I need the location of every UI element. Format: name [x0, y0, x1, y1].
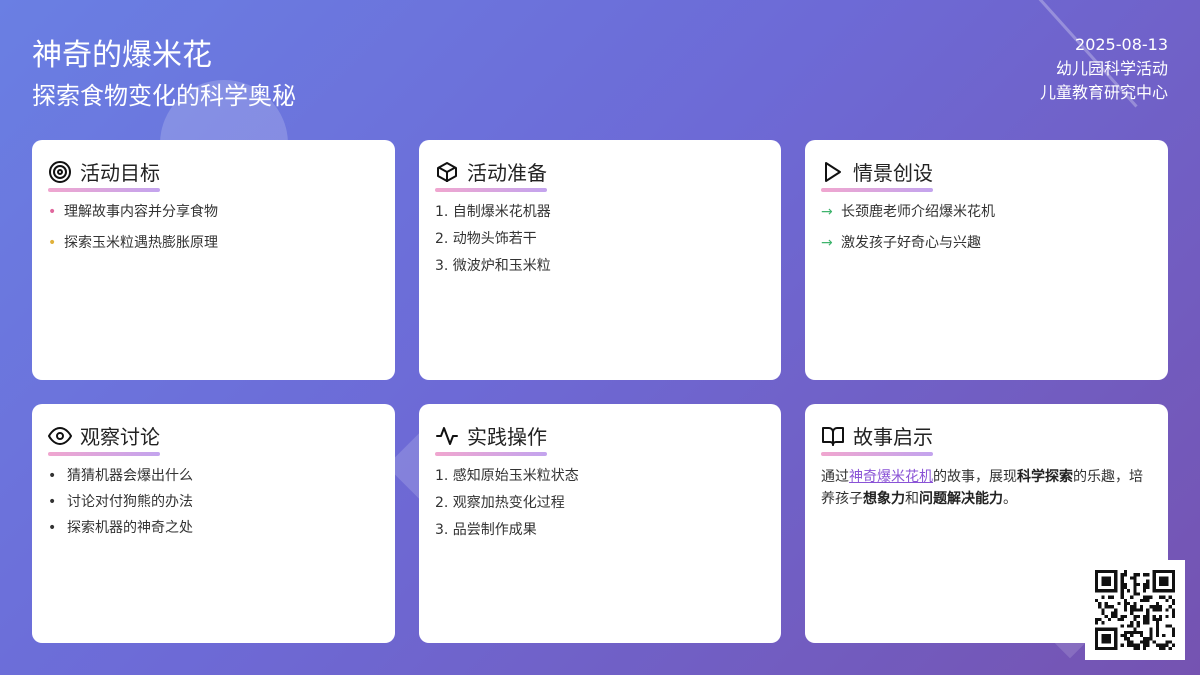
card-title: 实践操作	[467, 425, 547, 449]
list-item: 探索机器的神奇之处	[48, 518, 379, 538]
preparation-list: 1. 自制爆米花机器 2. 动物头饰若干 3. 微波炉和玉米粒	[435, 202, 765, 276]
text-span: 的故事，展现	[933, 469, 1017, 485]
list-item: 探索玉米粒遇热膨胀原理	[48, 233, 379, 253]
list-item: 2. 动物头饰若干	[435, 231, 537, 247]
box-icon	[437, 161, 457, 182]
list-item: 1. 自制爆米花机器	[435, 204, 551, 220]
goals-list: 理解故事内容并分享食物 探索玉米粒遇热膨胀原理	[48, 202, 379, 253]
card-goals: 活动目标 理解故事内容并分享食物 探索玉米粒遇热膨胀原理	[32, 140, 395, 380]
card-title: 故事启示	[853, 425, 933, 449]
card-title: 活动目标	[80, 161, 160, 185]
organization-label: 儿童教育研究中心	[1039, 83, 1168, 102]
open-book-icon	[822, 426, 844, 446]
list-item: 2. 观察加热变化过程	[435, 495, 565, 511]
card-preparation: 活动准备 1. 自制爆米花机器 2. 动物头饰若干 3. 微波炉和玉米粒	[419, 140, 781, 380]
bold-text: 科学探索	[1017, 469, 1073, 485]
activity-pulse-icon	[436, 426, 458, 445]
card-header: 观察讨论	[48, 421, 160, 456]
card-title: 观察讨论	[80, 425, 160, 449]
list-item: 3. 微波炉和玉米粒	[435, 258, 551, 274]
list-item: 猜猜机器会爆出什么	[48, 466, 379, 486]
discussion-list: 猜猜机器会爆出什么 讨论对付狗熊的办法 探索机器的神奇之处	[48, 466, 379, 538]
list-item: 长颈鹿老师介绍爆米花机	[821, 202, 1152, 222]
bold-text: 问题解决能力	[919, 491, 1003, 507]
list-item: 讨论对付狗熊的办法	[48, 492, 379, 512]
card-header: 实践操作	[435, 421, 547, 456]
text-span: 通过	[821, 469, 849, 485]
practice-list: 1. 感知原始玉米粒状态 2. 观察加热变化过程 3. 品尝制作成果	[435, 466, 765, 540]
scenario-list: 长颈鹿老师介绍爆米花机 激发孩子好奇心与兴趣	[821, 202, 1152, 253]
header-meta: 2025-08-13 幼儿园科学活动 儿童教育研究中心	[1040, 33, 1168, 105]
card-discussion: 观察讨论 猜猜机器会爆出什么 讨论对付狗熊的办法 探索机器的神奇之处	[32, 404, 395, 643]
card-header: 活动准备	[435, 157, 547, 192]
page-subtitle: 探索食物变化的科学奥秘	[32, 82, 296, 110]
card-scenario: 情景创设 长颈鹿老师介绍爆米花机 激发孩子好奇心与兴趣	[805, 140, 1168, 380]
card-header: 故事启示	[821, 421, 933, 456]
list-item: 3. 品尝制作成果	[435, 522, 537, 538]
insight-text: 通过神奇爆米花机的故事，展现科学探索的乐趣，培养孩子想象力和问题解决能力。	[821, 466, 1152, 510]
activity-type-label: 幼儿园科学活动	[1055, 59, 1168, 78]
card-header: 情景创设	[821, 157, 933, 192]
list-item: 1. 感知原始玉米粒状态	[435, 468, 579, 484]
date-label: 2025-08-13	[1075, 35, 1168, 54]
qr-code-icon	[1095, 570, 1175, 650]
card-title: 情景创设	[853, 161, 933, 185]
text-span: 和	[905, 491, 919, 507]
card-header: 活动目标	[48, 157, 160, 192]
qr-code	[1085, 560, 1185, 660]
play-icon	[825, 161, 841, 182]
target-icon	[49, 160, 71, 183]
card-practice: 实践操作 1. 感知原始玉米粒状态 2. 观察加热变化过程 3. 品尝制作成果	[419, 404, 781, 643]
card-title: 活动准备	[467, 161, 547, 185]
list-item: 理解故事内容并分享食物	[48, 202, 379, 222]
eye-icon	[48, 426, 72, 445]
text-span: 。	[1003, 491, 1017, 507]
story-link[interactable]: 神奇爆米花机	[849, 469, 933, 485]
list-item: 激发孩子好奇心与兴趣	[821, 233, 1152, 253]
page-title: 神奇的爆米花	[32, 38, 212, 73]
bold-text: 想象力	[863, 491, 905, 507]
